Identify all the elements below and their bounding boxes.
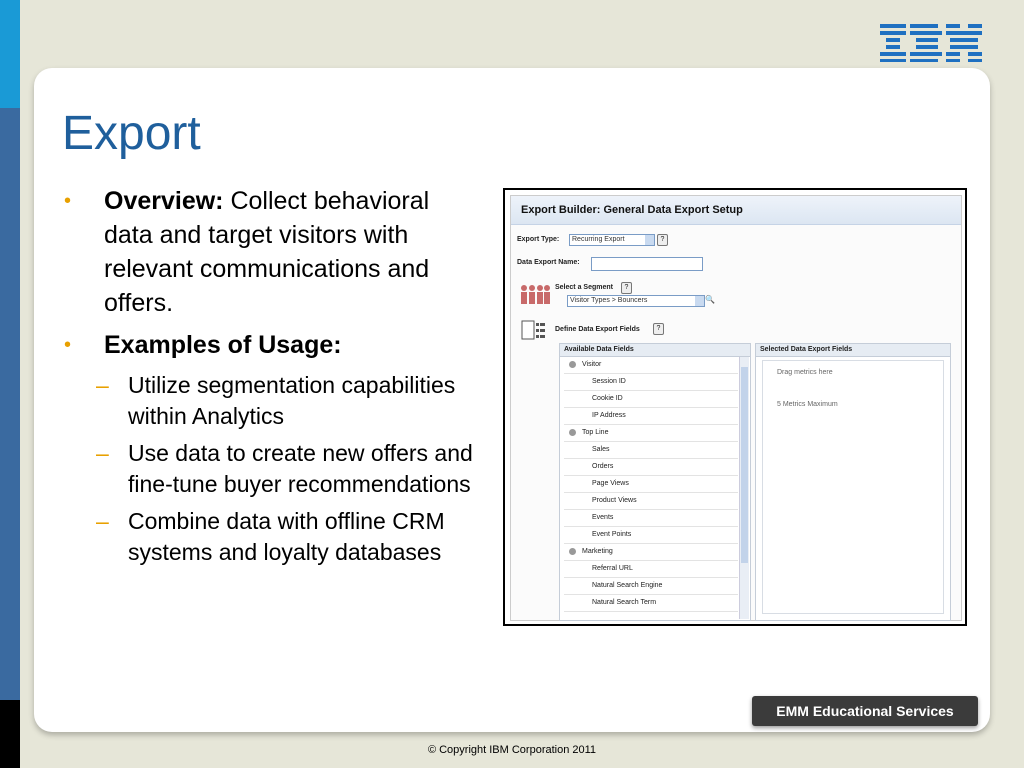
bullet-dot: • bbox=[64, 334, 72, 356]
expand-icon[interactable] bbox=[569, 548, 576, 555]
scrollbar-thumb[interactable] bbox=[741, 367, 748, 563]
dash-marker: – bbox=[96, 440, 109, 466]
segment-people-icon bbox=[521, 285, 550, 304]
left-accent-top bbox=[0, 0, 20, 108]
available-fields-header: Available Data Fields bbox=[560, 344, 750, 357]
segment-label: Select a Segment bbox=[555, 284, 613, 291]
drop-zone[interactable]: Drag metrics here 5 Metrics Maximum bbox=[762, 360, 944, 614]
selected-fields-panel: Selected Data Export Fields Drag metrics… bbox=[755, 343, 951, 621]
emm-educational-badge: EMM Educational Services bbox=[752, 696, 978, 726]
segment-select[interactable]: Visitor Types > Bouncers bbox=[567, 295, 705, 307]
expand-icon[interactable] bbox=[569, 429, 576, 436]
export-name-input[interactable] bbox=[591, 257, 703, 271]
overview-label: Overview: bbox=[104, 187, 224, 215]
field-item[interactable]: Events bbox=[564, 510, 738, 527]
examples-label: Examples of Usage: bbox=[104, 331, 342, 359]
slide-title: Export bbox=[62, 107, 201, 160]
left-accent-bar bbox=[0, 0, 20, 768]
field-item[interactable]: Referral URL bbox=[564, 561, 738, 578]
dash-marker: – bbox=[96, 372, 109, 398]
chevron-down-icon[interactable] bbox=[695, 296, 704, 306]
field-item[interactable]: Natural Search Engine bbox=[564, 578, 738, 595]
max-hint: 5 Metrics Maximum bbox=[777, 401, 838, 408]
field-item[interactable]: Cookie ID bbox=[564, 391, 738, 408]
example-item: – Use data to create new offers and fine-… bbox=[64, 438, 484, 500]
export-builder-screenshot: Export Builder: General Data Export Setu… bbox=[503, 188, 967, 626]
example-text: Use data to create new offers and fine-t… bbox=[128, 440, 473, 497]
field-item[interactable]: Sales bbox=[564, 442, 738, 459]
export-builder-title: Export Builder: General Data Export Setu… bbox=[511, 196, 961, 225]
drag-hint: Drag metrics here bbox=[777, 369, 833, 376]
export-type-select[interactable]: Recurring Export bbox=[569, 234, 655, 246]
example-item: – Combine data with offline CRM systems a… bbox=[64, 506, 484, 568]
bullet-overview: • Overview: Collect behavioral data and … bbox=[64, 184, 484, 320]
example-item: – Utilize segmentation capabilities withi… bbox=[64, 370, 484, 432]
available-fields-panel: Available Data Fields Visitor Session ID… bbox=[559, 343, 751, 621]
field-item[interactable]: IP Address bbox=[564, 408, 738, 425]
segment-value: Visitor Types > Bouncers bbox=[570, 297, 648, 304]
ibm-logo bbox=[880, 24, 982, 62]
available-fields-list: Visitor Session ID Cookie ID IP Address … bbox=[564, 357, 738, 612]
export-type-label: Export Type: bbox=[517, 236, 560, 243]
field-item[interactable]: Event Points bbox=[564, 527, 738, 544]
define-fields-label: Define Data Export Fields bbox=[555, 326, 640, 333]
field-item[interactable]: Natural Search Term bbox=[564, 595, 738, 612]
field-item[interactable]: Page Views bbox=[564, 476, 738, 493]
export-type-value: Recurring Export bbox=[572, 236, 625, 243]
export-name-label: Data Export Name: bbox=[517, 259, 580, 266]
copyright-footer: © Copyright IBM Corporation 2011 bbox=[427, 744, 597, 756]
chevron-down-icon[interactable] bbox=[645, 235, 654, 245]
field-item[interactable]: Session ID bbox=[564, 374, 738, 391]
expand-icon[interactable] bbox=[569, 361, 576, 368]
bullet-dot: • bbox=[64, 190, 72, 212]
scrollbar[interactable] bbox=[739, 357, 749, 619]
help-icon[interactable]: ? bbox=[653, 323, 664, 335]
search-icon[interactable]: 🔍 bbox=[705, 295, 715, 304]
field-group-visitor[interactable]: Visitor bbox=[564, 357, 738, 374]
field-item[interactable]: Orders bbox=[564, 459, 738, 476]
example-text: Combine data with offline CRM systems an… bbox=[128, 508, 445, 565]
bullet-examples: • Examples of Usage: bbox=[64, 328, 484, 362]
help-icon[interactable]: ? bbox=[657, 234, 668, 246]
field-group-top-line[interactable]: Top Line bbox=[564, 425, 738, 442]
field-item[interactable]: Product Views bbox=[564, 493, 738, 510]
export-fields-icon bbox=[521, 320, 545, 340]
dash-marker: – bbox=[96, 508, 109, 534]
export-builder-window: Export Builder: General Data Export Setu… bbox=[510, 195, 962, 621]
example-text: Utilize segmentation capabilities within… bbox=[128, 372, 456, 429]
field-group-marketing[interactable]: Marketing bbox=[564, 544, 738, 561]
left-accent-bottom bbox=[0, 700, 20, 768]
selected-fields-header: Selected Data Export Fields bbox=[756, 344, 950, 357]
bullet-list: • Overview: Collect behavioral data and … bbox=[64, 184, 484, 574]
help-icon[interactable]: ? bbox=[621, 282, 632, 294]
